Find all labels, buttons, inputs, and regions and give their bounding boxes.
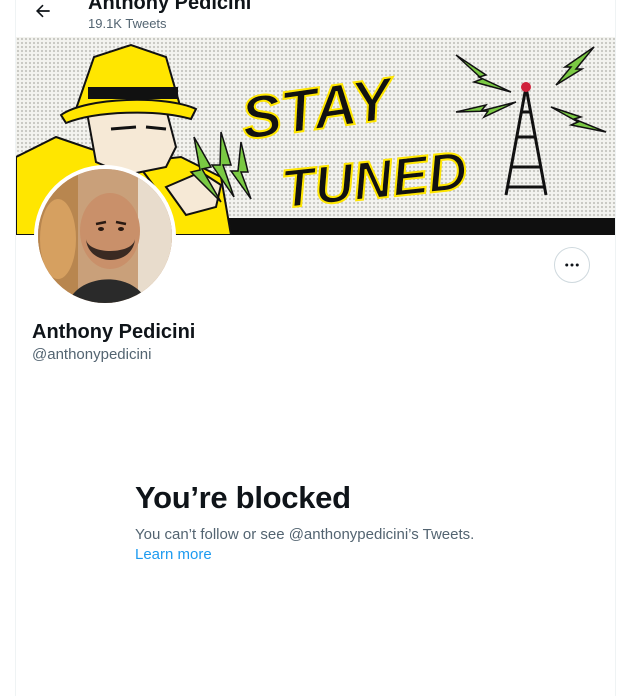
profile-header-bar: Anthony Pedicini 19.1K Tweets: [16, 0, 615, 37]
blocked-title: You’re blocked: [135, 480, 351, 515]
blocked-message: You can’t follow or see @anthonypedicini…: [135, 526, 475, 543]
banner-text-tuned: TUNED: [279, 141, 470, 220]
profile-column: STAY TUNED Anthony Pedicini 19.1K Tweets: [15, 0, 616, 696]
profile-handle: @anthonypedicini: [32, 346, 152, 363]
more-options-button[interactable]: [554, 247, 590, 283]
more-horizontal-icon: [565, 263, 579, 267]
arrow-left-icon: [36, 4, 50, 18]
banner-text-stay: STAY: [237, 64, 401, 152]
back-button[interactable]: [28, 0, 58, 26]
tweet-count: 19.1K Tweets: [88, 16, 167, 31]
header-name: Anthony Pedicini: [88, 0, 252, 14]
avatar-photo: [38, 169, 172, 303]
profile-display-name: Anthony Pedicini: [32, 321, 196, 343]
avatar[interactable]: [34, 165, 176, 307]
learn-more-link[interactable]: Learn more: [135, 546, 212, 563]
